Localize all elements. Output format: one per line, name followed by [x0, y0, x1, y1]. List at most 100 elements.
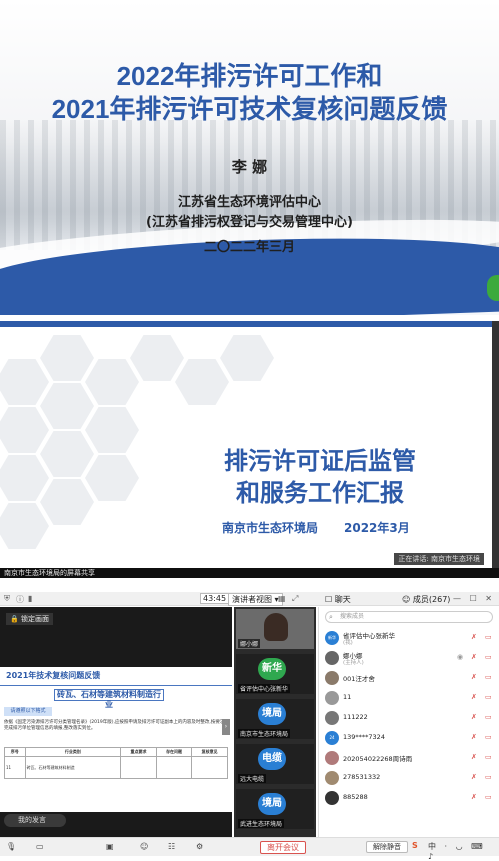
avatar	[325, 651, 339, 665]
fullscreen-icon[interactable]: ⤢	[292, 594, 298, 604]
leave-meeting-button[interactable]: 离开会议	[260, 841, 306, 854]
hexagon-decoration	[0, 407, 49, 453]
member-name: 001汪才舍	[343, 675, 375, 683]
mic-off-icon[interactable]: ✗	[471, 753, 477, 761]
ime-icon[interactable]: S	[412, 841, 418, 850]
participant-name: 省评估中心张新华	[238, 684, 291, 693]
table-header: 序号	[4, 747, 26, 757]
mic-off-icon[interactable]: ✗	[471, 733, 477, 741]
member-row[interactable]: 2020540222​68周诗雨 ✗ ▭	[319, 749, 499, 767]
collapse-handle[interactable]: ›	[222, 719, 230, 735]
members-label: 成员(267)	[412, 595, 451, 604]
chat-tab[interactable]: ☐ 聊天	[325, 594, 351, 605]
search-icon: ⌕	[329, 613, 333, 621]
table-cell: 砖瓦、石材等建筑材料制造	[24, 756, 122, 779]
title-slide: 2022年排污许可工作和 2021年排污许可技术复核问题反馈 李 娜 江苏省生态…	[0, 0, 499, 315]
share-icon: ◉	[457, 653, 464, 661]
video-tile[interactable]: 新华 省评估中心张新华	[236, 654, 314, 694]
view-label: 演讲者视图	[232, 595, 272, 604]
avatar	[325, 671, 339, 685]
member-name: 278531332	[343, 773, 381, 781]
grid-icon[interactable]: ▦	[278, 594, 286, 603]
slide-title-line2: 和服务工作汇报	[236, 480, 404, 507]
invite-icon[interactable]: ☺	[140, 842, 148, 851]
table-header: 重点要求	[120, 747, 157, 757]
camera-off-icon[interactable]: ▭	[485, 653, 492, 661]
table-cell	[191, 756, 228, 779]
video-tile[interactable]: 娜小娜	[236, 609, 314, 649]
member-row[interactable]: 111222 ✗ ▭	[319, 709, 499, 727]
screen-share-label: 南京市生态环境局的屏幕共享	[4, 569, 95, 577]
mic-off-icon[interactable]: ✗	[471, 653, 477, 661]
hexagon-decoration	[40, 479, 94, 525]
slide-date: 二〇二二年三月	[203, 240, 295, 255]
camera-off-icon[interactable]: ▭	[485, 733, 492, 741]
member-search-input[interactable]: ⌕ 搜索成员	[325, 611, 493, 623]
microphone-icon[interactable]: 🎙	[6, 842, 16, 851]
camera-off-icon[interactable]: ▭	[485, 633, 492, 641]
members-tab[interactable]: ☺ 成员(267)	[402, 594, 450, 605]
hexagon-decoration	[40, 335, 94, 381]
bottom-toolbar: 🎙 ▭ ▣ ☺ ☷ ⚙ 离开会议 解除静音 S 中 · ◡ ⌨ ♪	[0, 837, 499, 861]
members-icon[interactable]: ☷	[168, 842, 175, 851]
hexagon-decoration	[0, 359, 49, 405]
table-cell	[120, 756, 157, 779]
mic-off-icon[interactable]: ✗	[471, 633, 477, 641]
lock-view-label: 锁定画面	[20, 615, 49, 623]
camera-icon[interactable]: ▭	[36, 842, 44, 851]
slide-top-bar	[0, 321, 492, 327]
avatar: 电缆	[258, 748, 286, 770]
member-row[interactable]: 278531332 ✗ ▭	[319, 769, 499, 787]
member-row[interactable]: 11 ✗ ▭	[319, 689, 499, 707]
search-placeholder: 搜索成员	[340, 613, 365, 620]
unmute-button[interactable]: 解除静音	[366, 841, 408, 853]
member-row[interactable]: 24 139****7324 ✗ ▭	[319, 729, 499, 747]
table-cell	[155, 756, 193, 779]
camera-off-icon[interactable]: ▭	[485, 673, 492, 681]
camera-off-icon[interactable]: ▭	[485, 713, 492, 721]
slide-organization: 南京市生态环境局	[222, 521, 319, 535]
window-controls[interactable]: — ☐ ✕	[453, 594, 495, 603]
hexagon-decoration	[85, 407, 139, 453]
video-tile[interactable]: 境局 武进生态环境局	[236, 789, 314, 829]
avatar	[325, 751, 339, 765]
avatar: 境局	[258, 703, 286, 725]
video-tile[interactable]: 境局 南京市生态环境局	[236, 699, 314, 739]
mic-off-icon[interactable]: ✗	[471, 713, 477, 721]
meeting-client: ⛨ ⓘ ▮ 43:45 演讲者视图 ▾ ▦ ⤢ ☐ 聊天 ☺ 成员(267) —…	[0, 584, 499, 861]
camera-off-icon[interactable]: ▭	[485, 693, 492, 701]
member-row[interactable]: 新华 省评估中心张新华 (我) ✗ ▭	[319, 629, 499, 647]
hexagon-decoration	[85, 359, 139, 405]
mic-off-icon[interactable]: ✗	[471, 693, 477, 701]
video-tile[interactable]: 电缆 远大电缆	[236, 744, 314, 784]
avatar: 新华	[325, 631, 339, 645]
lock-view-button[interactable]: 🔒 锁定画面	[6, 613, 53, 625]
slide-title-line1: 2022年排污许可工作和	[116, 61, 383, 91]
settings-icon[interactable]: ⚙	[196, 842, 203, 851]
speech-bubble[interactable]: 我的发言	[4, 814, 66, 827]
table-row: 11 砖瓦、石材等建筑材料制造	[4, 756, 228, 779]
organization-line2: (江苏省排污权登记与交易管理中心)	[146, 215, 353, 230]
mic-off-icon[interactable]: ✗	[471, 793, 477, 801]
review-table: 序号 行业类别 重点要求 存在问题 复核意见 11 砖瓦、石材等建筑材料制造	[4, 747, 228, 779]
shield-icon[interactable]: ⛨	[4, 594, 10, 604]
camera-off-icon[interactable]: ▭	[485, 753, 492, 761]
hexagon-decoration	[85, 455, 139, 501]
member-row[interactable]: 885288 ✗ ▭	[319, 789, 499, 807]
share-screen-icon[interactable]: ▣	[106, 842, 114, 851]
member-name: 885288	[343, 793, 368, 801]
avatar	[325, 791, 339, 805]
mic-off-icon[interactable]: ✗	[471, 773, 477, 781]
mic-off-icon[interactable]: ✗	[471, 673, 477, 681]
info-icon[interactable]: ⓘ	[16, 594, 24, 605]
table-header: 复核意见	[191, 747, 228, 757]
camera-off-icon[interactable]: ▭	[485, 793, 492, 801]
member-name: 11	[343, 693, 352, 701]
view-selector[interactable]: 演讲者视图 ▾	[228, 593, 283, 606]
member-name: 139****7324	[343, 733, 385, 741]
camera-off-icon[interactable]: ▭	[485, 773, 492, 781]
member-row[interactable]: 001汪才舍 ✗ ▭	[319, 669, 499, 687]
system-tray[interactable]: 中 · ◡ ⌨ ♪	[428, 841, 499, 861]
slide-title-line2: 2021年排污许可技术复核问题反馈	[51, 94, 448, 124]
member-row[interactable]: 娜小娜 (主持人) ◉ ✗ ▭	[319, 649, 499, 667]
